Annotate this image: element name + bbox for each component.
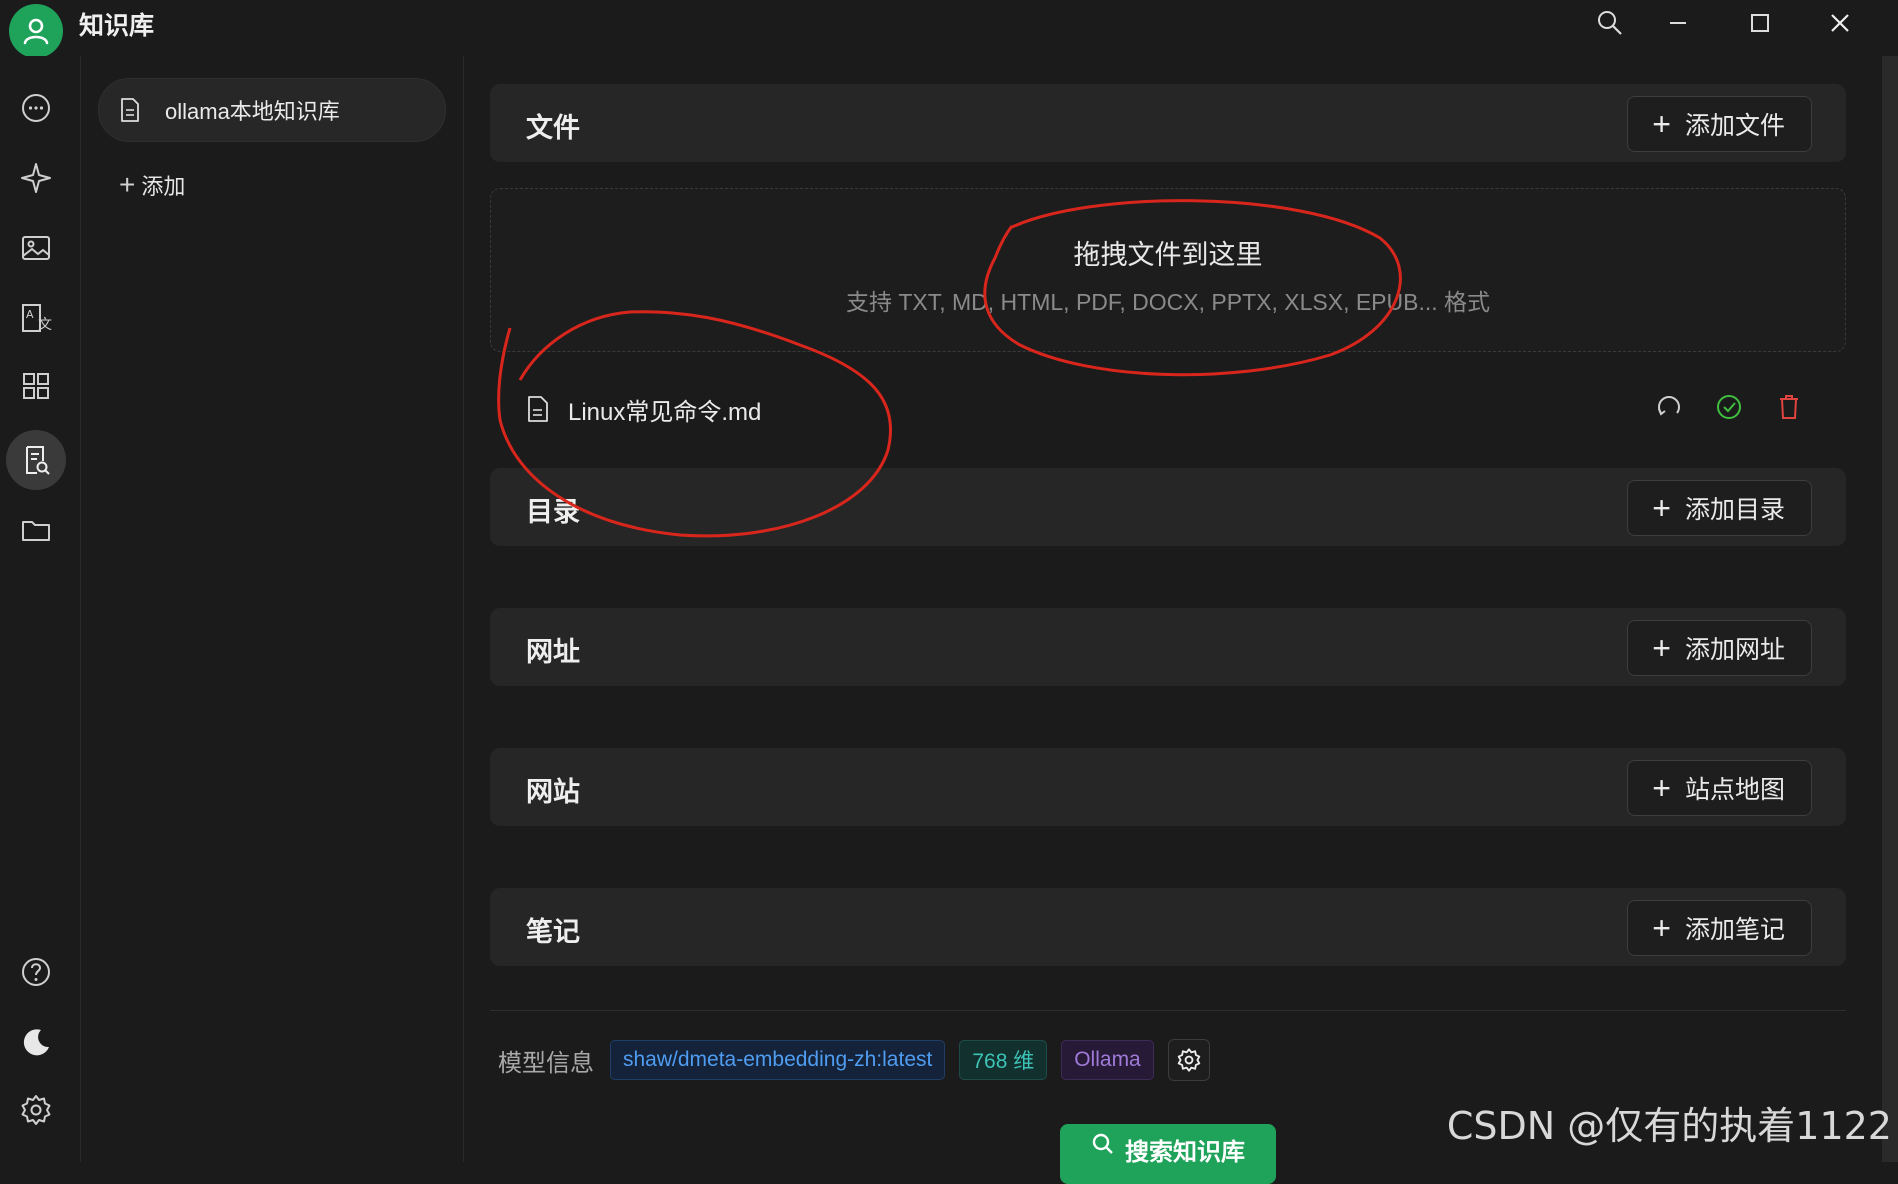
add-directory-label: 添加目录 xyxy=(1684,496,1785,524)
add-knowledge-base-label: 添加 xyxy=(141,174,186,199)
notes-section: 笔记 + 添加笔记 xyxy=(490,888,1846,966)
add-knowledge-base-button[interactable]: + 添加 xyxy=(119,169,185,201)
files-section: 文件 + 添加文件 xyxy=(490,84,1846,162)
websites-title: 网站 xyxy=(526,777,580,807)
add-sitemap-label: 站点地图 xyxy=(1684,776,1785,804)
help-button[interactable] xyxy=(12,948,60,996)
model-settings-button[interactable] xyxy=(1167,1039,1210,1081)
theme-toggle[interactable] xyxy=(12,1018,60,1066)
add-directory-button[interactable]: + 添加目录 xyxy=(1627,480,1812,536)
nav-rail: A文 xyxy=(0,56,81,1162)
knowledge-base-content: 文件 + 添加文件 拖拽文件到这里 支持 TXT, MD, HTML, PDF,… xyxy=(464,56,1898,1184)
divider xyxy=(490,1010,1846,1011)
search-icon xyxy=(1092,1133,1113,1154)
close-icon xyxy=(1831,14,1849,32)
nav-paintings[interactable] xyxy=(12,224,60,272)
plus-icon: + xyxy=(1652,770,1671,806)
settings-button[interactable] xyxy=(12,1086,60,1134)
folder-icon xyxy=(22,521,50,541)
help-icon xyxy=(22,958,50,986)
urls-title: 网址 xyxy=(526,637,580,667)
add-note-label: 添加笔记 xyxy=(1684,916,1785,944)
delete-icon[interactable] xyxy=(1772,390,1806,424)
model-info: 模型信息 shaw/dmeta-embedding-zh:latest 768 … xyxy=(498,1038,1210,1082)
directories-section: 目录 + 添加目录 xyxy=(490,468,1846,546)
files-title: 文件 xyxy=(526,113,580,143)
file-dropzone[interactable]: 拖拽文件到这里 支持 TXT, MD, HTML, PDF, DOCX, PPT… xyxy=(490,188,1846,352)
add-file-button[interactable]: + 添加文件 xyxy=(1627,96,1812,152)
knowledge-base-item[interactable]: ollama本地知识库 xyxy=(98,78,446,142)
nav-chat[interactable] xyxy=(12,84,60,132)
nav-knowledge[interactable] xyxy=(6,430,66,490)
directories-title: 目录 xyxy=(526,497,580,527)
settings-icon xyxy=(21,1095,51,1125)
provider-tag: Ollama xyxy=(1061,1040,1154,1080)
svg-text:A: A xyxy=(26,308,34,321)
minimize-icon xyxy=(1670,22,1686,24)
plus-icon: + xyxy=(1652,106,1671,142)
user-icon xyxy=(23,18,49,45)
check-circle-icon xyxy=(1717,395,1741,419)
chat-icon xyxy=(22,94,50,122)
dimensions-tag: 768 维 xyxy=(959,1040,1048,1080)
knowledge-icon xyxy=(26,446,50,475)
add-url-label: 添加网址 xyxy=(1684,636,1785,664)
watermark: CSDN @仅有的执着1122 xyxy=(1446,1104,1892,1148)
model-name-tag: shaw/dmeta-embedding-zh:latest xyxy=(610,1040,946,1080)
add-file-label: 添加文件 xyxy=(1684,112,1785,140)
maximize-button[interactable] xyxy=(1740,6,1780,40)
websites-section: 网站 + 站点地图 xyxy=(490,748,1846,826)
title-bar: 知识库 xyxy=(0,0,1898,58)
file-name: Linux常见命令.md xyxy=(568,398,762,426)
file-list-item: Linux常见命令.md xyxy=(526,386,1806,432)
dropzone-title: 拖拽文件到这里 xyxy=(1073,240,1263,270)
image-icon xyxy=(22,236,50,260)
document-icon xyxy=(528,396,548,422)
app-title: 知识库 xyxy=(79,12,155,40)
avatar[interactable] xyxy=(9,4,63,58)
knowledge-base-label: ollama本地知识库 xyxy=(165,99,340,124)
svg-text:文: 文 xyxy=(38,317,52,333)
maximize-icon xyxy=(1751,14,1769,32)
minimize-button[interactable] xyxy=(1658,6,1698,40)
gear-icon xyxy=(1177,1048,1200,1072)
nav-agents[interactable] xyxy=(12,154,60,202)
urls-section: 网址 + 添加网址 xyxy=(490,608,1846,686)
refresh-icon[interactable] xyxy=(1652,390,1686,424)
moon-icon xyxy=(23,1029,49,1056)
search-knowledge-button[interactable]: 搜索知识库 xyxy=(1060,1124,1276,1184)
plus-icon: + xyxy=(1652,490,1671,526)
close-button[interactable] xyxy=(1820,6,1860,40)
document-icon xyxy=(121,98,139,122)
plus-icon: + xyxy=(1652,910,1671,946)
sparkle-icon xyxy=(21,163,51,193)
add-url-button[interactable]: + 添加网址 xyxy=(1627,620,1812,676)
search-icon xyxy=(1598,11,1622,35)
knowledge-base-list: ollama本地知识库 + 添加 xyxy=(81,56,464,1162)
search-button[interactable] xyxy=(1590,6,1630,40)
model-info-label: 模型信息 xyxy=(498,1049,594,1077)
nav-files[interactable] xyxy=(12,506,60,554)
add-sitemap-button[interactable]: + 站点地图 xyxy=(1627,760,1812,816)
apps-icon xyxy=(23,373,49,399)
notes-title: 笔记 xyxy=(526,917,580,947)
plus-icon: + xyxy=(1652,630,1671,666)
plus-icon: + xyxy=(119,169,136,200)
nav-translate[interactable]: A文 xyxy=(12,294,60,342)
translate-icon: A文 xyxy=(22,304,52,333)
dropzone-subtitle: 支持 TXT, MD, HTML, PDF, DOCX, PPTX, XLSX,… xyxy=(845,289,1491,315)
add-note-button[interactable]: + 添加笔记 xyxy=(1627,900,1812,956)
nav-apps[interactable] xyxy=(12,362,60,410)
